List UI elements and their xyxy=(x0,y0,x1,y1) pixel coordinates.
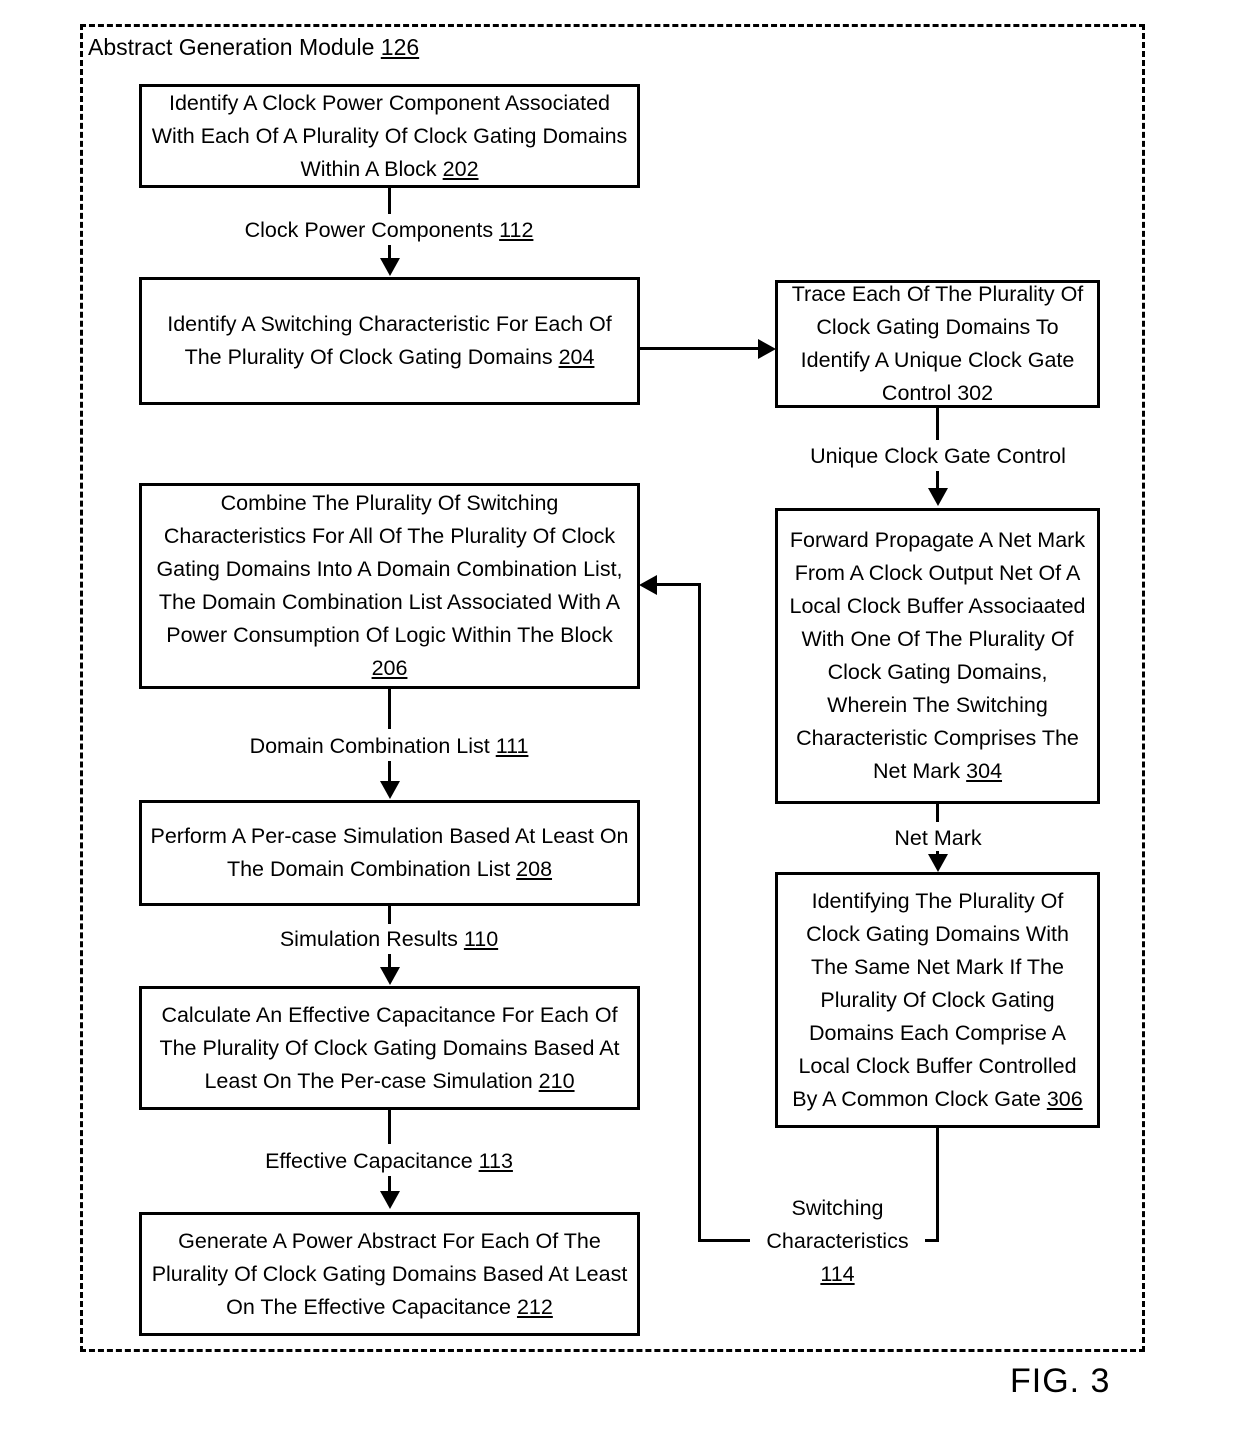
edge-label-net-mark: Net Mark xyxy=(775,823,1101,853)
edge-label-net-mark-text: Net Mark xyxy=(894,826,982,850)
feedback-label-switching-characteristics: Switching Characteristics 114 xyxy=(750,1192,925,1291)
edge-label-112: Clock Power Components 112 xyxy=(138,215,640,245)
feedback-segment-down xyxy=(936,1128,939,1242)
process-box-204[interactable]: Identify A Switching Characteristic For … xyxy=(139,277,640,405)
connector-202-to-label112 xyxy=(388,188,391,214)
box-304-text: Forward Propagate A Net Mark From A Cloc… xyxy=(789,528,1086,783)
process-box-302[interactable]: Trace Each Of The Plurality Of Clock Gat… xyxy=(775,280,1100,408)
box-202-text: Identify A Clock Power Component Associa… xyxy=(151,90,628,181)
edge-label-111-text: Domain Combination List xyxy=(249,734,496,758)
box-302-text: Trace Each Of The Plurality Of Clock Gat… xyxy=(791,282,1084,405)
arrowhead-into-206 xyxy=(639,575,657,595)
box-208-text: Perform A Per-case Simulation Based At L… xyxy=(150,824,629,881)
connector-label111-to-208 xyxy=(388,761,391,781)
box-306-ref: 306 xyxy=(1046,1086,1083,1111)
edge-label-113-ref: 113 xyxy=(478,1149,513,1173)
process-box-304[interactable]: Forward Propagate A Net Mark From A Cloc… xyxy=(775,508,1100,804)
arrowhead-into-212 xyxy=(379,1191,400,1209)
edge-label-unique-clock-gate-control: Unique Clock Gate Control xyxy=(775,441,1101,471)
module-title: Abstract Generation Module 126 xyxy=(88,32,419,62)
arrowhead-into-204 xyxy=(379,258,400,276)
connector-label110-to-210 xyxy=(388,954,391,968)
arrowhead-into-302 xyxy=(758,338,776,359)
figure-canvas: Abstract Generation Module 126 Identify … xyxy=(0,0,1240,1436)
process-box-206[interactable]: Combine The Plurality Of Switching Chara… xyxy=(139,483,640,689)
figure-caption: FIG. 3 xyxy=(1010,1362,1111,1400)
edge-label-110: Simulation Results 110 xyxy=(138,924,640,954)
edge-label-113: Effective Capacitance 113 xyxy=(138,1146,640,1176)
box-306-text: Identifying The Plurality Of Clock Gatin… xyxy=(792,888,1077,1111)
box-212-text: Generate A Power Abstract For Each Of Th… xyxy=(151,1228,628,1319)
feedback-label-line2: Characteristics xyxy=(766,1229,909,1253)
box-304-ref: 304 xyxy=(966,759,1003,783)
box-206-ref: 206 xyxy=(371,656,408,680)
edge-label-113-text: Effective Capacitance xyxy=(265,1149,479,1173)
process-box-202[interactable]: Identify A Clock Power Component Associa… xyxy=(139,84,640,188)
arrowhead-into-210 xyxy=(379,967,400,985)
arrowhead-into-208 xyxy=(379,781,400,799)
box-210-ref: 210 xyxy=(538,1068,575,1093)
connector-304-to-label-netmark xyxy=(936,804,939,822)
edge-label-112-ref: 112 xyxy=(499,218,534,242)
box-204-text: Identify A Switching Characteristic For … xyxy=(167,312,612,369)
edge-label-111-ref: 111 xyxy=(495,734,529,758)
edge-label-110-text: Simulation Results xyxy=(279,927,464,951)
process-box-306[interactable]: Identifying The Plurality Of Clock Gatin… xyxy=(775,872,1100,1128)
arrowhead-into-304 xyxy=(927,488,948,506)
process-box-212[interactable]: Generate A Power Abstract For Each Of Th… xyxy=(139,1212,640,1336)
box-208-ref: 208 xyxy=(516,857,553,881)
feedback-segment-up xyxy=(698,583,701,1242)
box-204-ref: 204 xyxy=(558,345,595,369)
process-box-210[interactable]: Calculate An Effective Capacitance For E… xyxy=(139,986,640,1110)
feedback-segment-into-206 xyxy=(655,583,701,586)
connector-210-to-label113 xyxy=(388,1110,391,1144)
box-206-text: Combine The Plurality Of Switching Chara… xyxy=(156,491,623,647)
connector-label-ucgc-to-304 xyxy=(936,471,939,489)
module-title-text: Abstract Generation Module xyxy=(88,34,381,60)
module-title-ref: 126 xyxy=(380,34,420,60)
connector-302-to-label-ucgc xyxy=(936,408,939,440)
connector-204-to-302 xyxy=(640,347,760,350)
box-202-ref: 202 xyxy=(442,156,479,181)
connector-label113-to-212 xyxy=(388,1176,391,1192)
connector-label112-to-204 xyxy=(388,245,391,259)
edge-label-ucgc-text: Unique Clock Gate Control xyxy=(810,444,1066,468)
arrowhead-into-306 xyxy=(927,854,948,872)
edge-label-111: Domain Combination List 111 xyxy=(138,731,640,761)
feedback-label-ref: 114 xyxy=(820,1262,855,1286)
box-212-ref: 212 xyxy=(516,1294,553,1319)
feedback-label-line1: Switching xyxy=(791,1196,884,1220)
connector-206-to-label111 xyxy=(388,689,391,729)
connector-208-to-label110 xyxy=(388,906,391,924)
edge-label-110-ref: 110 xyxy=(463,927,499,951)
process-box-208[interactable]: Perform A Per-case Simulation Based At L… xyxy=(139,800,640,906)
edge-label-112-text: Clock Power Components xyxy=(244,218,500,242)
